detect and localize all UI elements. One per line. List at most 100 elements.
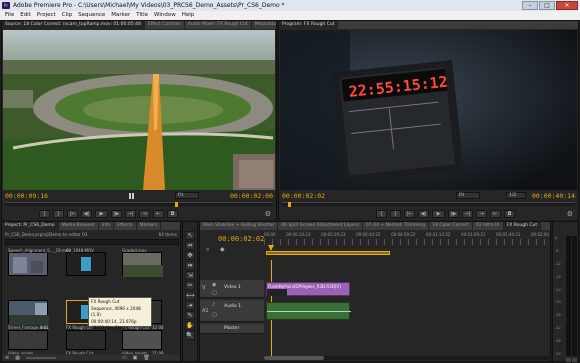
mark-in-button[interactable]: { xyxy=(376,210,387,218)
selection-tool-icon[interactable]: ↖ xyxy=(185,231,195,240)
program-timecode-current[interactable]: 00:00:02:02 xyxy=(282,192,325,200)
tab-effect-controls[interactable]: Effect Controls xyxy=(145,21,185,29)
go-to-in-button[interactable]: |← xyxy=(404,210,415,218)
step-back-button[interactable]: ◀| xyxy=(418,210,429,218)
go-to-out-button[interactable]: →| xyxy=(462,210,473,218)
settings-icon[interactable]: ⚙ xyxy=(567,210,573,218)
tab-markers[interactable]: Markers xyxy=(137,222,162,230)
hand-tool-icon[interactable]: ✋ xyxy=(185,321,195,330)
timeline-timecode[interactable]: 00:00:02:02 xyxy=(218,235,264,243)
tab-info[interactable]: Info xyxy=(99,222,115,230)
export-frame-button[interactable]: ◘ xyxy=(504,210,515,218)
project-item-thumb[interactable] xyxy=(122,330,162,350)
eye-icon[interactable]: ◉ xyxy=(212,282,216,288)
time-ruler[interactable]: 00:00 00:00:14:23 00:00:29:23 00:00:44:2… xyxy=(264,232,549,260)
project-item-thumb[interactable] xyxy=(8,300,49,325)
tab-audio-meter[interactable] xyxy=(553,222,578,230)
tab-project[interactable]: Project: Pr_CS6_Demo xyxy=(2,222,59,230)
lift-button[interactable]: ⇥ xyxy=(476,210,487,218)
icon-view-icon[interactable]: ▦ xyxy=(15,355,20,361)
tab-effects[interactable]: Effects xyxy=(114,222,137,230)
tab-sequence[interactable]: 07 Ad + Nested: Trimming xyxy=(363,222,430,230)
tab-source[interactable]: Source: 18 Color Correct: incam_topRamp.… xyxy=(2,21,145,29)
menu-sequence[interactable]: Sequence xyxy=(75,11,108,20)
menu-file[interactable]: File xyxy=(2,11,17,20)
menu-marker[interactable]: Marker xyxy=(108,11,133,20)
video-track-header[interactable]: V ◉ ▢ Video 1 xyxy=(200,280,264,298)
menu-clip[interactable]: Clip xyxy=(59,11,75,20)
close-button[interactable]: ✕ xyxy=(556,1,578,10)
menu-edit[interactable]: Edit xyxy=(17,11,34,20)
tab-sequence-active[interactable]: FX Rough Cut xyxy=(503,222,542,230)
project-item-thumb[interactable] xyxy=(66,252,106,276)
lock-icon[interactable]: ▢ xyxy=(212,290,217,296)
slide-tool-icon[interactable]: ⇥ xyxy=(185,301,195,310)
source-zoom-select[interactable]: Fit xyxy=(175,192,199,199)
snap-icon[interactable]: ⌕ xyxy=(206,246,209,254)
minimize-button[interactable]: – xyxy=(522,1,538,10)
audio-track-header[interactable]: A1 ♪ ▢ Audio 1 xyxy=(200,300,264,322)
solo-button[interactable] xyxy=(566,358,571,362)
tab-sequence[interactable]: 06 Split Screen Adjustment Layers xyxy=(278,222,363,230)
menu-project[interactable]: Project xyxy=(34,11,59,20)
slip-tool-icon[interactable]: ⟷ xyxy=(185,291,195,300)
export-frame-button[interactable]: ◘ xyxy=(167,210,178,218)
list-view-icon[interactable]: ≡ xyxy=(5,355,9,361)
tab-media-browser[interactable]: Media Browser xyxy=(59,222,99,230)
tab-sequence[interactable]: 18 Color Correct xyxy=(429,222,473,230)
new-item-icon[interactable]: ▣ xyxy=(133,355,138,361)
project-item-thumb[interactable] xyxy=(122,252,163,277)
marker-icon[interactable]: ◆ xyxy=(220,246,225,253)
maximize-button[interactable]: □ xyxy=(539,1,555,10)
program-resolution-select[interactable]: 1/2 xyxy=(506,192,526,199)
tab-sequence[interactable]: 02 Intro UI xyxy=(473,222,504,230)
project-item-thumb[interactable] xyxy=(8,330,48,350)
rolling-edit-tool-icon[interactable]: ⇹ xyxy=(185,261,195,270)
mark-out-button[interactable]: } xyxy=(390,210,401,218)
master-track-header[interactable]: Master xyxy=(200,324,264,334)
extract-button[interactable]: ⇤ xyxy=(490,210,501,218)
step-forward-button[interactable]: |▶ xyxy=(111,210,122,218)
project-search-input[interactable] xyxy=(5,239,179,245)
project-item-thumb[interactable] xyxy=(66,330,106,350)
step-back-button[interactable]: ◀| xyxy=(81,210,92,218)
zoom-tool-icon[interactable]: 🔍 xyxy=(185,331,195,340)
video-clip[interactable]: FlashMyPairs[DP]Agees_R3D.R3D[V] xyxy=(266,282,350,296)
trash-icon[interactable]: 🗑 xyxy=(143,355,149,361)
track-target[interactable]: V xyxy=(202,285,205,291)
zoom-slider[interactable] xyxy=(25,356,56,359)
settings-icon[interactable]: ⚙ xyxy=(265,210,271,218)
program-zoom-select[interactable]: Fit xyxy=(456,192,480,199)
source-timecode-current[interactable]: 00:00:09:16 xyxy=(5,192,48,200)
play-button[interactable]: ▶ xyxy=(95,210,108,218)
insert-button[interactable]: ⇥ xyxy=(139,210,150,218)
tab-metadata[interactable]: Metadata xyxy=(252,21,276,29)
tab-audio-mixer[interactable]: Audio Mixer: FX Rough Cut xyxy=(185,21,252,29)
source-playhead[interactable] xyxy=(175,202,178,207)
audio-clip[interactable] xyxy=(266,302,351,320)
track-select-tool-icon[interactable]: ⇔ xyxy=(185,241,195,250)
mark-out-button[interactable]: } xyxy=(53,210,64,218)
menu-window[interactable]: Window xyxy=(151,11,179,20)
track-target[interactable]: A1 xyxy=(202,308,209,314)
tab-sequence[interactable]: Main Stabilize + Rolling Shutter xyxy=(200,222,279,230)
speaker-icon[interactable]: ♪ xyxy=(212,302,215,308)
razor-tool-icon[interactable]: ✂ xyxy=(185,281,195,290)
program-scrub-bar[interactable] xyxy=(282,202,575,207)
rate-stretch-tool-icon[interactable]: ⇲ xyxy=(185,271,195,280)
go-to-in-button[interactable]: |← xyxy=(67,210,78,218)
ripple-edit-tool-icon[interactable]: ✥ xyxy=(185,251,195,260)
folder-icon[interactable]: ▭ xyxy=(122,355,127,361)
timeline-scrollbar[interactable] xyxy=(264,356,549,360)
step-forward-button[interactable]: |▶ xyxy=(448,210,459,218)
lock-icon[interactable]: ▢ xyxy=(212,312,217,318)
mark-in-button[interactable]: { xyxy=(39,210,50,218)
play-button[interactable]: ▶ xyxy=(432,210,445,218)
work-area-bar[interactable] xyxy=(266,251,390,255)
solo-button[interactable] xyxy=(572,358,577,362)
menu-title[interactable]: Title xyxy=(133,11,151,20)
pen-tool-icon[interactable]: ✎ xyxy=(185,311,195,320)
program-playhead[interactable] xyxy=(288,202,291,207)
project-item-thumb[interactable] xyxy=(8,252,48,276)
source-scrub-bar[interactable] xyxy=(5,202,273,207)
